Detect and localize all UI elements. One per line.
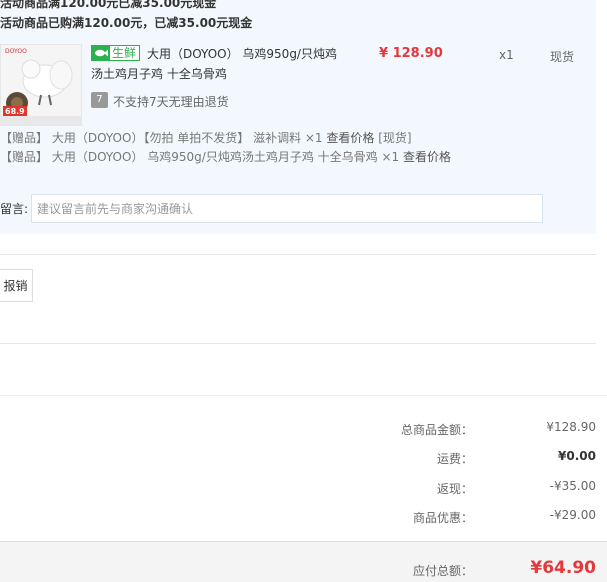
check-price-link[interactable]: 查看价格 xyxy=(326,131,374,145)
product-price: ¥ 128.90 xyxy=(379,46,443,61)
promo-banner: 活动商品已购满120.00元，已减35.00元现金 xyxy=(0,16,253,30)
fish-icon xyxy=(92,46,110,60)
discount-label: 商品优惠： xyxy=(412,511,473,525)
stock-status: 现货 xyxy=(550,50,575,64)
total-value: ¥64.90 xyxy=(530,558,596,578)
divider xyxy=(0,254,596,255)
shipping-label: 运费： xyxy=(436,452,473,466)
divider xyxy=(0,343,596,344)
product-thumbnail[interactable]: DOYOO 68.9 xyxy=(0,44,82,126)
gift-name: 大用（DOYOO）【勿拍 单拍不发货】 滋补调料 ×1 xyxy=(51,131,323,145)
check-price-link[interactable]: 查看价格 xyxy=(403,150,451,164)
product-quantity: x1 xyxy=(499,48,514,62)
price-summary: 总商品金额： ¥128.90 运费： ¥0.00 返现： -¥35.00 商品优… xyxy=(0,395,607,541)
gift-name: 大用（DOYOO） 乌鸡950g/只炖鸡汤土鸡月子鸡 十全乌骨鸡 ×1 xyxy=(51,150,400,164)
message-input[interactable] xyxy=(31,194,543,223)
fresh-tag: 生鲜 xyxy=(91,45,141,61)
gift-item: 【赠品】 大用（DOYOO） 乌鸡950g/只炖鸡汤土鸡月子鸡 十全乌骨鸡 ×1… xyxy=(0,148,451,165)
promo-banner-cut: 活动商品满120.00元已减35.00元现金 xyxy=(0,0,217,10)
cashback-value: -¥35.00 xyxy=(549,479,596,493)
total-bar: 应付总额： ¥64.90 xyxy=(0,541,607,582)
gift-tag: 【赠品】 xyxy=(0,150,49,164)
reimburse-button[interactable]: 报销 xyxy=(0,269,33,302)
no-return-7day-icon: 7 xyxy=(91,92,108,108)
subtotal-value: ¥128.90 xyxy=(546,420,596,434)
thumbnail-strip xyxy=(1,116,81,125)
gift-stock: [现货] xyxy=(378,131,412,145)
fresh-label: 生鲜 xyxy=(112,46,137,60)
total-label: 应付总额： xyxy=(412,564,473,578)
discount-value: -¥29.00 xyxy=(549,508,596,522)
message-label: 留言: xyxy=(0,202,29,216)
cashback-label: 返现： xyxy=(436,482,473,496)
subtotal-label: 总商品金额： xyxy=(400,423,473,437)
product-name-link-line2[interactable]: 汤土鸡月子鸡 十全乌骨鸡 xyxy=(91,65,227,82)
shipping-value: ¥0.00 xyxy=(558,449,596,463)
order-item-panel: 活动商品满120.00元已减35.00元现金 活动商品已购满120.00元，已减… xyxy=(0,0,596,234)
no-return-notice: 不支持7天无理由退货 xyxy=(113,95,229,109)
gift-tag: 【赠品】 xyxy=(0,131,49,145)
gift-item: 【赠品】 大用（DOYOO）【勿拍 单拍不发货】 滋补调料 ×1 查看价格 [现… xyxy=(0,129,412,146)
product-name-link[interactable]: 大用（DOYOO） 乌鸡950g/只炖鸡 xyxy=(147,45,337,62)
